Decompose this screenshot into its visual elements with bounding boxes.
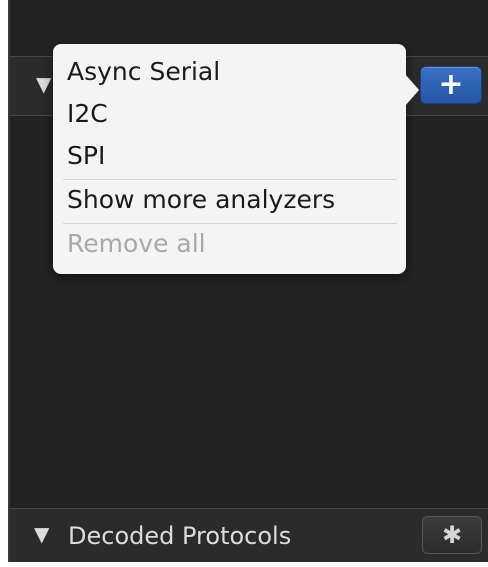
- triangle-down-icon[interactable]: ▼: [34, 522, 49, 546]
- add-analyzer-menu: Async Serial I2C SPI Show more analyzers…: [53, 44, 406, 274]
- app-window: ▼ + Async Serial I2C SPI Show more analy…: [0, 0, 488, 567]
- decoded-protocols-title[interactable]: Decoded Protocols: [68, 516, 291, 556]
- plus-icon: +: [438, 67, 464, 102]
- menu-item-i2c[interactable]: I2C: [67, 94, 108, 134]
- gear-icon: ✱: [441, 521, 463, 549]
- window-bottom-edge: [8, 562, 488, 567]
- menu-item-spi[interactable]: SPI: [67, 136, 105, 176]
- menu-item-remove-all: Remove all: [67, 229, 206, 258]
- menu-item-show-more-analyzers[interactable]: Show more analyzers: [67, 180, 335, 220]
- triangle-down-icon[interactable]: ▼: [36, 72, 51, 96]
- popup-pointer: [405, 74, 419, 106]
- add-analyzer-button[interactable]: +: [420, 66, 482, 104]
- decoded-protocols-settings-button[interactable]: ✱: [422, 516, 482, 554]
- menu-item-async-serial[interactable]: Async Serial: [67, 52, 220, 92]
